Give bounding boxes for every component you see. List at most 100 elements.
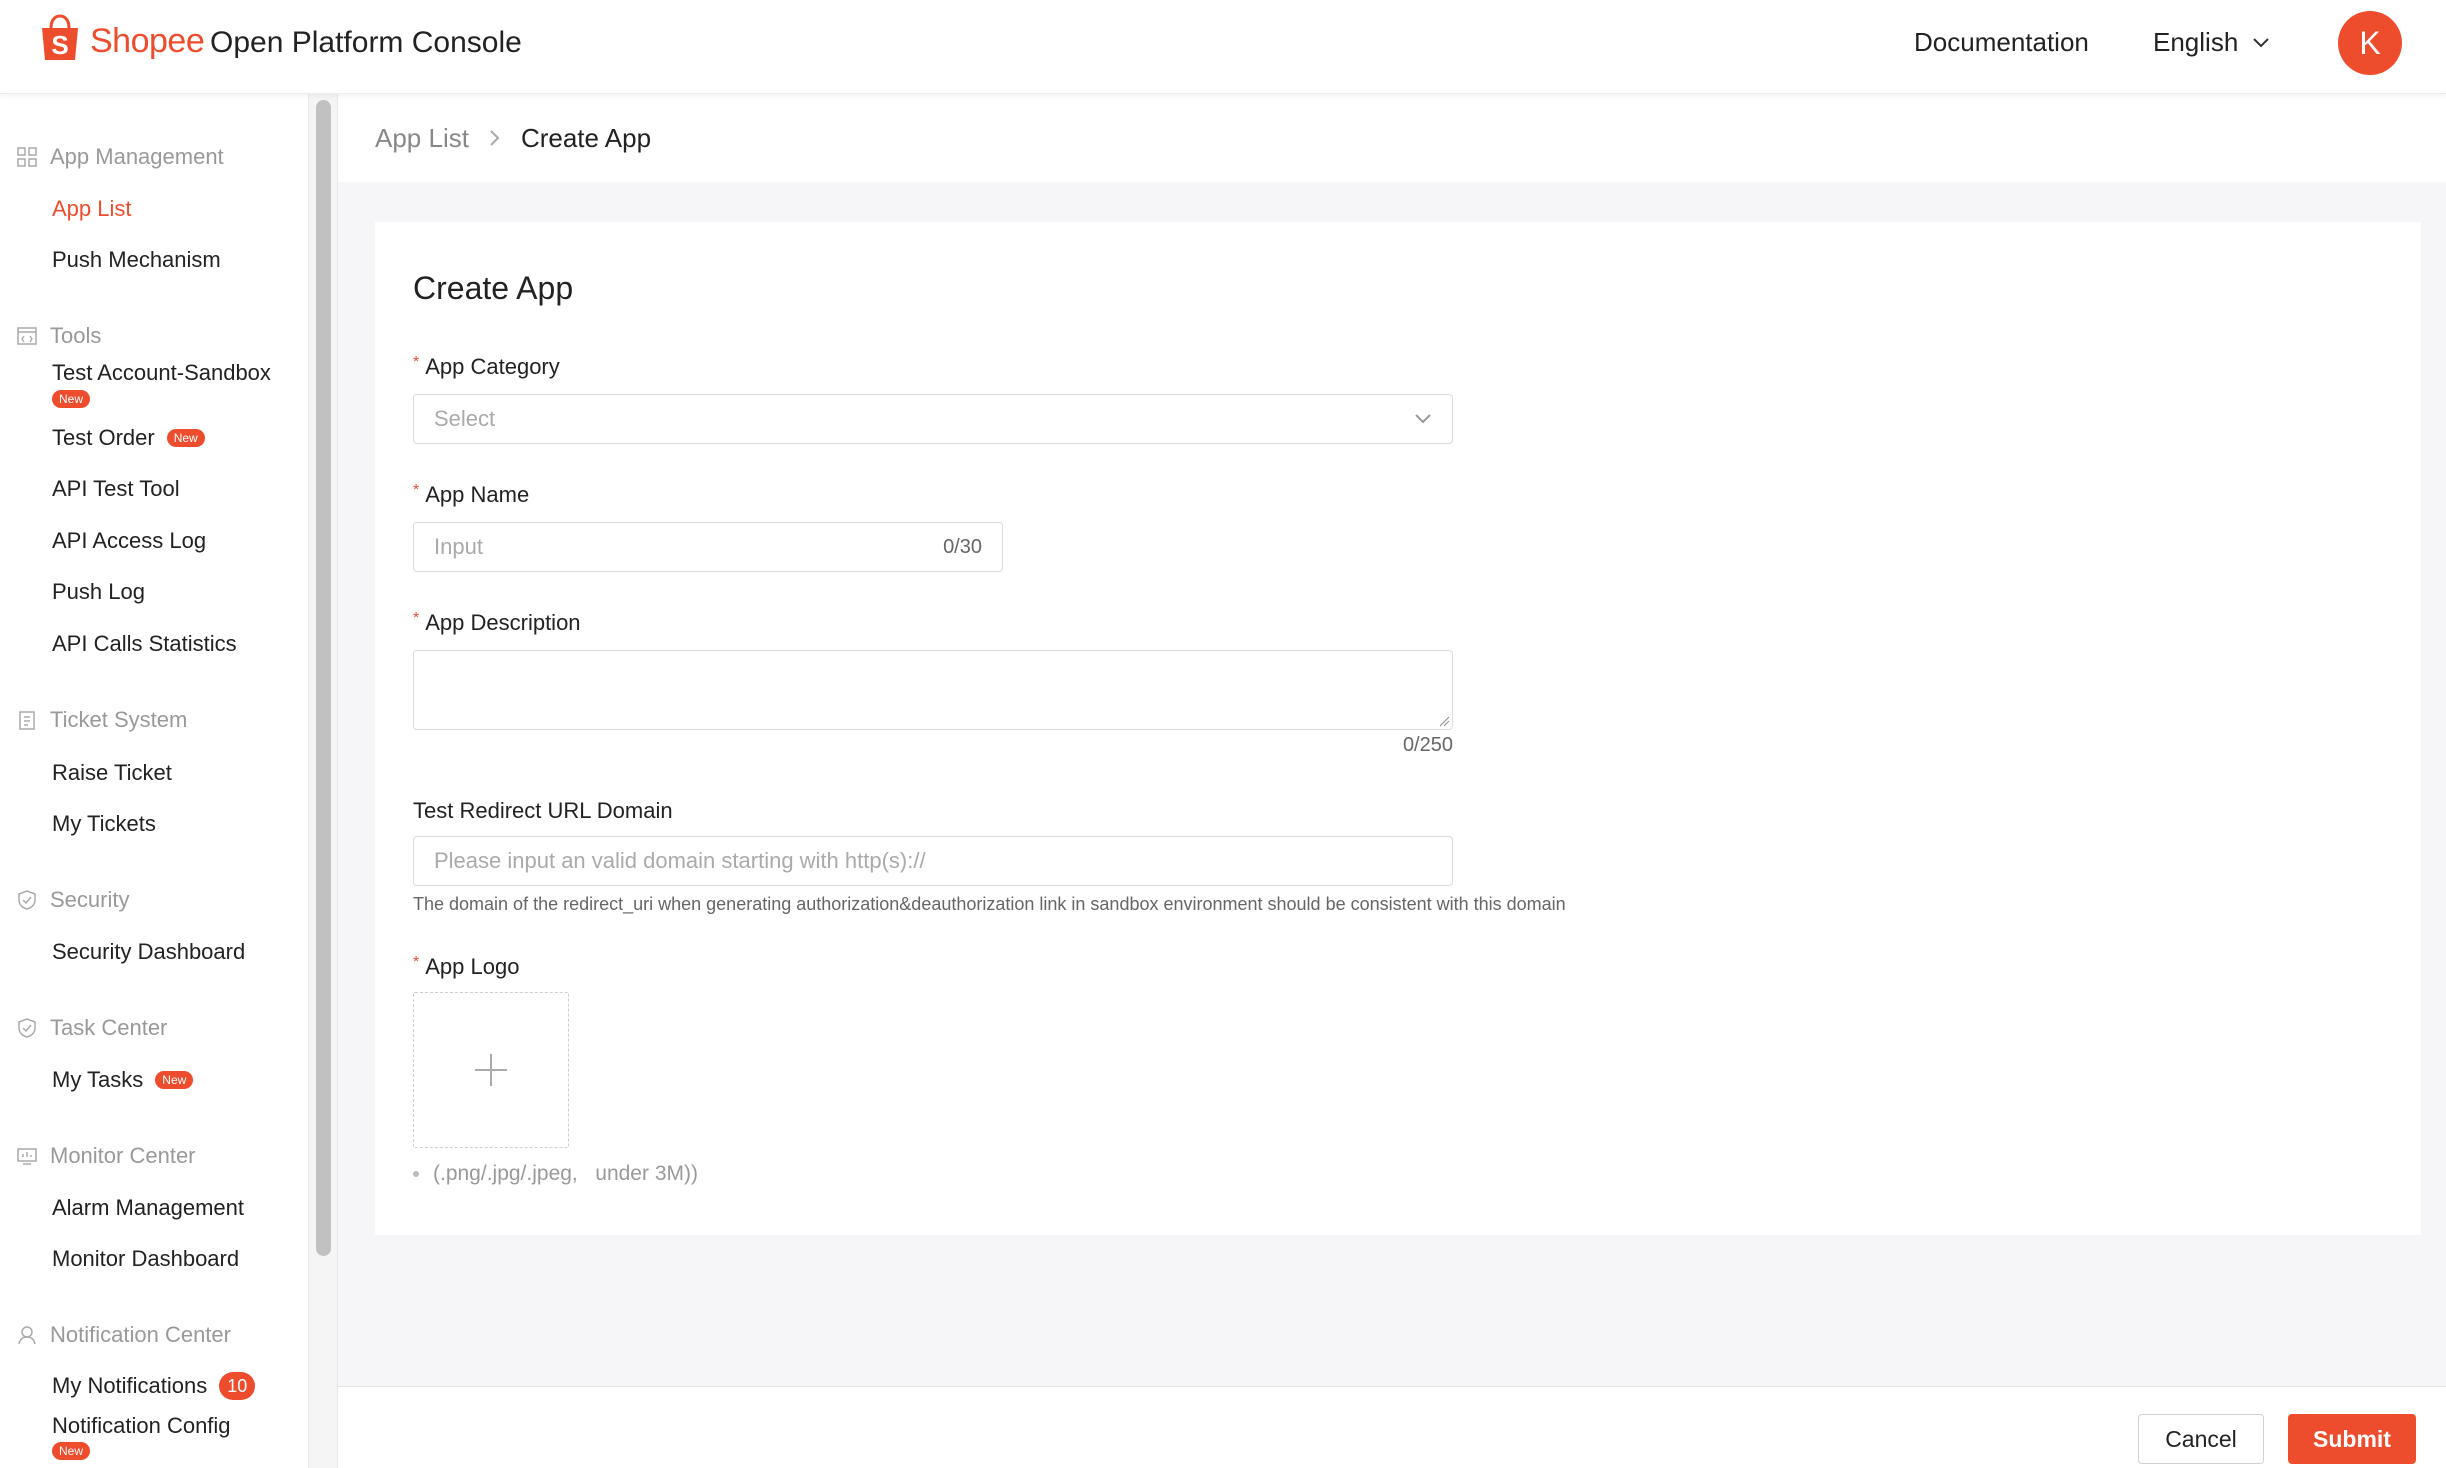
sidebar-item-push-mechanism[interactable]: Push Mechanism: [52, 247, 221, 273]
plus-icon: [475, 1054, 507, 1086]
bullet-dot: [413, 1171, 419, 1177]
app-name-label: * App Name: [413, 482, 529, 508]
group-title-label: Security: [50, 887, 130, 912]
sidebar-item-label: My Tasks: [52, 1067, 144, 1092]
product-name: Open Platform Console: [210, 26, 522, 59]
app-category-select[interactable]: Select: [413, 394, 1453, 444]
language-dropdown[interactable]: English: [2153, 27, 2270, 58]
required-mark: *: [413, 954, 420, 971]
sidebar-item-app-list[interactable]: App List: [52, 196, 132, 222]
sidebar-item-label: API Test Tool: [52, 476, 180, 501]
logo-format-hint: (.png/.jpg/.jpeg, under 3M)): [413, 1162, 698, 1186]
resize-handle-icon[interactable]: [1438, 715, 1450, 727]
group-title-label: Notification Center: [50, 1322, 231, 1347]
logo-upload-button[interactable]: [413, 992, 569, 1148]
sidebar-item-label: Push Log: [52, 579, 145, 604]
sidebar-item-api-access-log[interactable]: API Access Log: [52, 528, 206, 554]
redirect-url-help: The domain of the redirect_uri when gene…: [413, 894, 1566, 914]
sidebar-item-monitor-dashboard[interactable]: Monitor Dashboard: [52, 1246, 239, 1272]
sidebar-item-raise-ticket[interactable]: Raise Ticket: [52, 760, 172, 786]
code-window-icon: [17, 327, 37, 345]
group-title-label: App Management: [50, 144, 224, 169]
sidebar-group-tools: Tools: [16, 323, 101, 349]
grid-icon: [17, 147, 37, 167]
cancel-button[interactable]: Cancel: [2138, 1414, 2264, 1464]
sidebar-item-label: Alarm Management: [52, 1195, 244, 1220]
language-label: English: [2153, 27, 2239, 57]
avatar[interactable]: K: [2338, 11, 2402, 75]
sidebar-group-monitor-center: Monitor Center: [16, 1143, 196, 1169]
char-counter: 0/250: [1402, 734, 1453, 756]
label-text: App Category: [425, 354, 560, 379]
documentation-link[interactable]: Documentation: [1914, 27, 2089, 58]
app-description-textarea[interactable]: [413, 650, 1453, 730]
label-text: App Name: [425, 482, 530, 507]
page-title: Create App: [413, 270, 574, 306]
notification-count-badge: 10: [219, 1372, 256, 1400]
label-text: App Description: [425, 610, 581, 635]
label-text: App Logo: [425, 954, 520, 979]
sidebar-item-api-calls-statistics[interactable]: API Calls Statistics: [52, 631, 237, 657]
sidebar-item-my-tasks[interactable]: My Tasks New: [52, 1067, 194, 1093]
breadcrumb-current: Create App: [520, 122, 652, 153]
sidebar-item-label: API Access Log: [52, 528, 207, 553]
input-placeholder: Input: [434, 534, 483, 559]
chevron-down-icon: [1415, 414, 1431, 424]
scrollbar-thumb[interactable]: [316, 100, 331, 1256]
sidebar-item-push-log[interactable]: Push Log: [52, 579, 145, 605]
new-badge: New: [52, 1442, 91, 1460]
sidebar-item-label: Test Order: [52, 425, 155, 450]
sidebar-item-notification-config[interactable]: Notification Config: [52, 1413, 231, 1439]
shield-check-icon: [18, 1018, 36, 1038]
group-title-label: Monitor Center: [50, 1143, 196, 1168]
input-placeholder: Please input an valid domain starting wi…: [434, 848, 926, 873]
sidebar-scrollbar[interactable]: [308, 94, 338, 1468]
sidebar-item-label: Raise Ticket: [52, 760, 172, 785]
app-description-label: * App Description: [413, 610, 581, 636]
sidebar-group-task-center: Task Center: [16, 1015, 167, 1041]
sidebar-item-label: My Tickets: [52, 811, 156, 836]
char-counter: 0/30: [943, 535, 982, 558]
sidebar-item-test-order[interactable]: Test Order New: [52, 425, 205, 451]
sidebar-item-label: Notification Config: [52, 1413, 231, 1438]
shopee-logo-icon[interactable]: S: [38, 14, 82, 62]
new-badge: New: [166, 429, 205, 447]
sidebar-item-test-account-sandbox[interactable]: Test Account-Sandbox: [52, 360, 271, 386]
chevron-down-icon: [2253, 37, 2269, 47]
svg-text:S: S: [51, 30, 68, 60]
hint-text: (.png/.jpg/.jpeg, under 3M)): [433, 1162, 698, 1185]
sidebar-item-security-dashboard[interactable]: Security Dashboard: [52, 939, 245, 965]
breadcrumb: App List Create App: [338, 94, 2446, 182]
submit-button[interactable]: Submit: [2288, 1414, 2416, 1464]
app-name-input[interactable]: Input 0/30: [413, 522, 1003, 572]
sidebar-item-api-test-tool[interactable]: API Test Tool: [52, 476, 180, 502]
main-content: App List Create App Create App * App Cate…: [338, 94, 2446, 1468]
sidebar-item-my-tickets[interactable]: My Tickets: [52, 811, 156, 837]
sidebar-item-my-notifications[interactable]: My Notifications 10: [52, 1372, 256, 1400]
sidebar-item-label: API Calls Statistics: [52, 631, 237, 656]
chevron-right-icon: [490, 130, 500, 146]
brand-name[interactable]: Shopee: [90, 22, 205, 61]
clipboard-icon: [19, 711, 35, 730]
group-title-label: Task Center: [50, 1015, 168, 1040]
sidebar-group-notification-center: Notification Center: [16, 1322, 231, 1348]
sidebar-group-ticket-system: Ticket System: [16, 707, 187, 733]
group-title-label: Ticket System: [50, 707, 188, 732]
sidebar-item-alarm-management[interactable]: Alarm Management: [52, 1195, 244, 1221]
required-mark: *: [413, 354, 420, 371]
app-category-label: * App Category: [413, 354, 560, 380]
form-footer: Cancel Submit: [338, 1386, 2446, 1468]
group-title-label: Tools: [50, 323, 102, 348]
create-app-form: Create App * App Category Select * App Nam…: [375, 222, 2421, 1235]
required-mark: *: [413, 610, 420, 627]
sidebar-item-label: Push Mechanism: [52, 247, 221, 272]
top-header: S Shopee Open Platform Console Documenta…: [0, 0, 2446, 94]
shield-icon: [18, 890, 36, 910]
sidebar-item-label: Security Dashboard: [52, 939, 246, 964]
sidebar: App Management App List Push Mechanism T…: [0, 94, 308, 1468]
sidebar-item-label: App List: [52, 196, 132, 221]
redirect-url-label: Test Redirect URL Domain: [413, 798, 673, 823]
redirect-url-input[interactable]: Please input an valid domain starting wi…: [413, 836, 1453, 886]
new-badge: New: [52, 390, 91, 408]
breadcrumb-app-list[interactable]: App List: [375, 123, 469, 154]
